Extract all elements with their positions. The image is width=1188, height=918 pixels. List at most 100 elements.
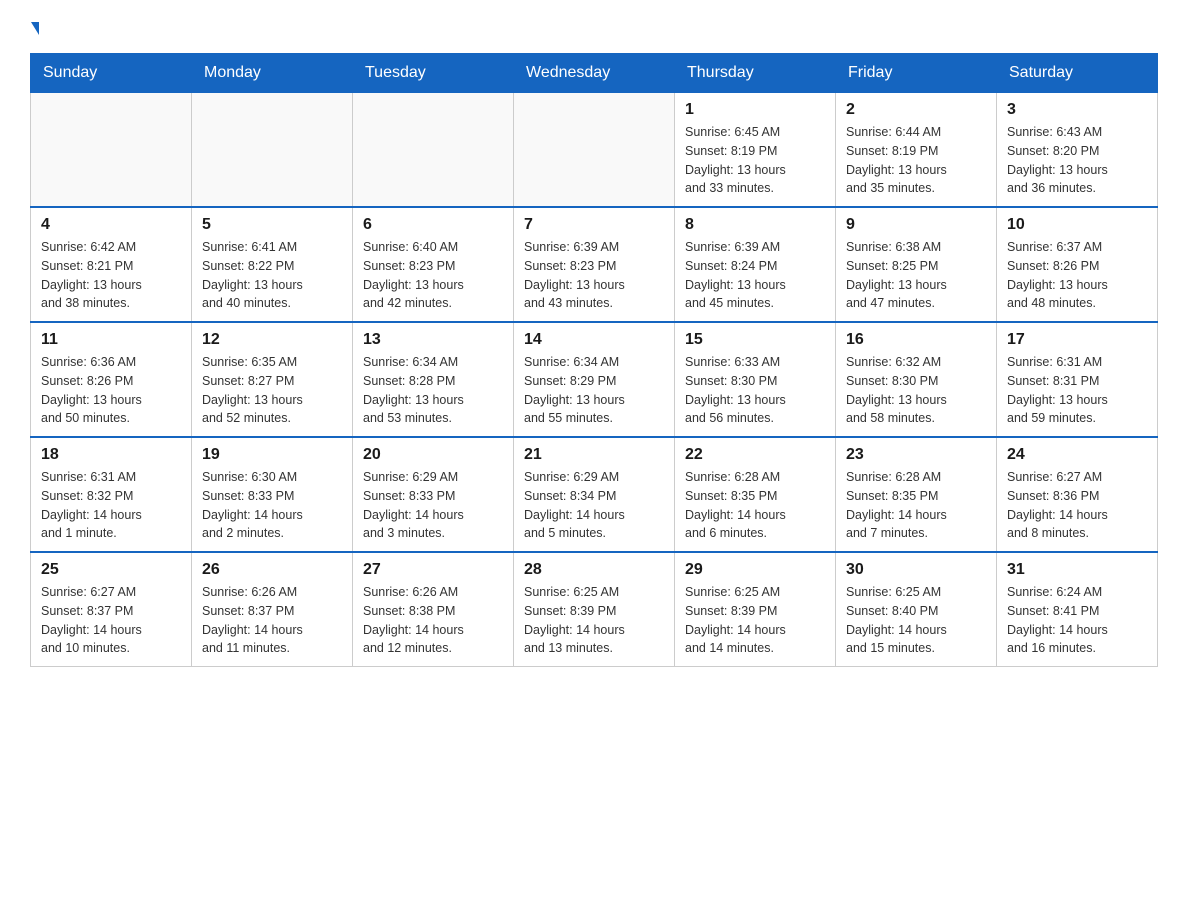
calendar-cell-0-1 [192,93,353,208]
calendar-cell-1-6: 10Sunrise: 6:37 AMSunset: 8:26 PMDayligh… [997,207,1158,322]
day-info: Sunrise: 6:38 AMSunset: 8:25 PMDaylight:… [846,238,986,313]
day-number: 5 [202,216,342,234]
day-info: Sunrise: 6:42 AMSunset: 8:21 PMDaylight:… [41,238,181,313]
calendar-cell-2-3: 14Sunrise: 6:34 AMSunset: 8:29 PMDayligh… [514,322,675,437]
calendar-cell-3-6: 24 Sunrise: 6:27 AMSunset: 8:36 PMDayligh… [997,437,1158,552]
calendar-cell-3-3: 21 Sunrise: 6:29 AMSunset: 8:34 PMDayligh… [514,437,675,552]
logo [30,20,39,33]
day-number: 11 [41,331,181,349]
day-number: 22 [685,446,825,464]
calendar-row-1: 4 Sunrise: 6:42 AMSunset: 8:21 PMDaylight… [31,207,1158,322]
calendar-cell-1-5: 9 Sunrise: 6:38 AMSunset: 8:25 PMDaylight… [836,207,997,322]
day-number: 4 [41,216,181,234]
day-number: 30 [846,561,986,579]
day-info: Sunrise: 6:29 AMSunset: 8:33 PMDaylight:… [363,468,503,543]
day-number: 31 [1007,561,1147,579]
calendar-cell-1-0: 4 Sunrise: 6:42 AMSunset: 8:21 PMDaylight… [31,207,192,322]
weekday-header-monday: Monday [192,54,353,93]
calendar-cell-4-0: 25 Sunrise: 6:27 AMSunset: 8:37 PMDayligh… [31,552,192,667]
day-number: 23 [846,446,986,464]
day-info: Sunrise: 6:27 AMSunset: 8:37 PMDaylight:… [41,583,181,658]
day-number: 7 [524,216,664,234]
day-info: Sunrise: 6:41 AMSunset: 8:22 PMDaylight:… [202,238,342,313]
day-info: Sunrise: 6:36 AMSunset: 8:26 PMDaylight:… [41,353,181,428]
day-number: 17 [1007,331,1147,349]
day-info: Sunrise: 6:24 AMSunset: 8:41 PMDaylight:… [1007,583,1147,658]
calendar-cell-4-2: 27 Sunrise: 6:26 AMSunset: 8:38 PMDayligh… [353,552,514,667]
day-number: 29 [685,561,825,579]
calendar-cell-0-6: 3 Sunrise: 6:43 AMSunset: 8:20 PMDaylight… [997,93,1158,208]
day-number: 8 [685,216,825,234]
day-info: Sunrise: 6:25 AMSunset: 8:39 PMDaylight:… [524,583,664,658]
day-info: Sunrise: 6:26 AMSunset: 8:37 PMDaylight:… [202,583,342,658]
weekday-header-sunday: Sunday [31,54,192,93]
calendar-cell-4-4: 29 Sunrise: 6:25 AMSunset: 8:39 PMDayligh… [675,552,836,667]
day-info: Sunrise: 6:28 AMSunset: 8:35 PMDaylight:… [685,468,825,543]
day-number: 3 [1007,101,1147,119]
calendar-cell-0-0 [31,93,192,208]
calendar-cell-2-1: 12Sunrise: 6:35 AMSunset: 8:27 PMDayligh… [192,322,353,437]
calendar-row-0: 1 Sunrise: 6:45 AMSunset: 8:19 PMDaylight… [31,93,1158,208]
calendar-cell-1-3: 7 Sunrise: 6:39 AMSunset: 8:23 PMDaylight… [514,207,675,322]
calendar-cell-3-0: 18Sunrise: 6:31 AMSunset: 8:32 PMDayligh… [31,437,192,552]
day-number: 15 [685,331,825,349]
day-info: Sunrise: 6:33 AMSunset: 8:30 PMDaylight:… [685,353,825,428]
day-number: 27 [363,561,503,579]
day-info: Sunrise: 6:32 AMSunset: 8:30 PMDaylight:… [846,353,986,428]
day-info: Sunrise: 6:29 AMSunset: 8:34 PMDaylight:… [524,468,664,543]
calendar-cell-3-2: 20 Sunrise: 6:29 AMSunset: 8:33 PMDayligh… [353,437,514,552]
day-info: Sunrise: 6:39 AMSunset: 8:23 PMDaylight:… [524,238,664,313]
day-info: Sunrise: 6:25 AMSunset: 8:39 PMDaylight:… [685,583,825,658]
day-info: Sunrise: 6:37 AMSunset: 8:26 PMDaylight:… [1007,238,1147,313]
day-number: 24 [1007,446,1147,464]
day-number: 12 [202,331,342,349]
calendar-cell-1-4: 8Sunrise: 6:39 AMSunset: 8:24 PMDaylight… [675,207,836,322]
day-number: 28 [524,561,664,579]
calendar-row-4: 25 Sunrise: 6:27 AMSunset: 8:37 PMDayligh… [31,552,1158,667]
calendar-cell-4-1: 26 Sunrise: 6:26 AMSunset: 8:37 PMDayligh… [192,552,353,667]
day-info: Sunrise: 6:28 AMSunset: 8:35 PMDaylight:… [846,468,986,543]
day-number: 6 [363,216,503,234]
day-info: Sunrise: 6:45 AMSunset: 8:19 PMDaylight:… [685,123,825,198]
day-info: Sunrise: 6:30 AMSunset: 8:33 PMDaylight:… [202,468,342,543]
calendar-row-2: 11 Sunrise: 6:36 AMSunset: 8:26 PMDayligh… [31,322,1158,437]
calendar-cell-0-3 [514,93,675,208]
day-number: 19 [202,446,342,464]
calendar-cell-2-0: 11 Sunrise: 6:36 AMSunset: 8:26 PMDayligh… [31,322,192,437]
calendar-cell-3-1: 19 Sunrise: 6:30 AMSunset: 8:33 PMDayligh… [192,437,353,552]
day-number: 26 [202,561,342,579]
calendar-cell-0-2 [353,93,514,208]
day-info: Sunrise: 6:31 AMSunset: 8:31 PMDaylight:… [1007,353,1147,428]
calendar-cell-4-5: 30 Sunrise: 6:25 AMSunset: 8:40 PMDayligh… [836,552,997,667]
day-number: 2 [846,101,986,119]
calendar-cell-0-5: 2 Sunrise: 6:44 AMSunset: 8:19 PMDaylight… [836,93,997,208]
weekday-header-saturday: Saturday [997,54,1158,93]
calendar-header-row: SundayMondayTuesdayWednesdayThursdayFrid… [31,54,1158,93]
calendar-cell-2-2: 13 Sunrise: 6:34 AMSunset: 8:28 PMDayligh… [353,322,514,437]
day-info: Sunrise: 6:34 AMSunset: 8:28 PMDaylight:… [363,353,503,428]
weekday-header-thursday: Thursday [675,54,836,93]
day-number: 18 [41,446,181,464]
day-info: Sunrise: 6:25 AMSunset: 8:40 PMDaylight:… [846,583,986,658]
day-number: 25 [41,561,181,579]
weekday-header-wednesday: Wednesday [514,54,675,93]
day-number: 1 [685,101,825,119]
calendar-cell-1-2: 6 Sunrise: 6:40 AMSunset: 8:23 PMDaylight… [353,207,514,322]
calendar-cell-3-5: 23 Sunrise: 6:28 AMSunset: 8:35 PMDayligh… [836,437,997,552]
day-number: 13 [363,331,503,349]
day-info: Sunrise: 6:34 AMSunset: 8:29 PMDaylight:… [524,353,664,428]
day-info: Sunrise: 6:27 AMSunset: 8:36 PMDaylight:… [1007,468,1147,543]
weekday-header-tuesday: Tuesday [353,54,514,93]
calendar-row-3: 18Sunrise: 6:31 AMSunset: 8:32 PMDayligh… [31,437,1158,552]
day-info: Sunrise: 6:44 AMSunset: 8:19 PMDaylight:… [846,123,986,198]
calendar-cell-0-4: 1 Sunrise: 6:45 AMSunset: 8:19 PMDaylight… [675,93,836,208]
day-number: 21 [524,446,664,464]
logo-triangle-icon [31,22,39,35]
calendar-cell-2-6: 17 Sunrise: 6:31 AMSunset: 8:31 PMDayligh… [997,322,1158,437]
calendar-table: SundayMondayTuesdayWednesdayThursdayFrid… [30,53,1158,667]
day-info: Sunrise: 6:43 AMSunset: 8:20 PMDaylight:… [1007,123,1147,198]
day-info: Sunrise: 6:40 AMSunset: 8:23 PMDaylight:… [363,238,503,313]
day-number: 20 [363,446,503,464]
day-number: 9 [846,216,986,234]
day-info: Sunrise: 6:26 AMSunset: 8:38 PMDaylight:… [363,583,503,658]
